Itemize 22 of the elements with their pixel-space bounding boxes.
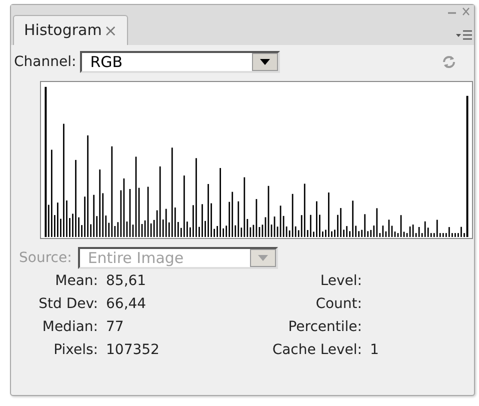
close-button[interactable]: × [104,18,118,42]
stat-value: 77 [106,319,124,335]
stat-label: Percentile: [288,319,362,335]
stat-value: 1 [370,342,379,358]
stat-label: Mean: [55,273,98,289]
source-label: Source: [19,248,72,268]
stat-label: Median: [42,319,98,335]
stat-label: Count: [316,296,362,312]
stat-label: Level: [320,273,362,289]
stat-value: 107352 [106,342,160,358]
stat-value: 85,61 [106,273,146,289]
channel-label: Channel: [14,52,76,72]
refresh-icon[interactable] [441,55,457,69]
caret-icon [252,53,278,71]
channel-dropdown[interactable]: RGB [80,51,280,73]
caret-icon [250,249,276,267]
panel-menu-icon[interactable] [456,29,472,41]
stat-label: Cache Level: [272,342,362,358]
stat-label: Std Dev: [38,296,98,312]
stat-value: 66,44 [106,296,146,312]
stat-label: Pixels: [54,342,98,358]
histogram-tab[interactable]: Histogram× [13,15,128,45]
